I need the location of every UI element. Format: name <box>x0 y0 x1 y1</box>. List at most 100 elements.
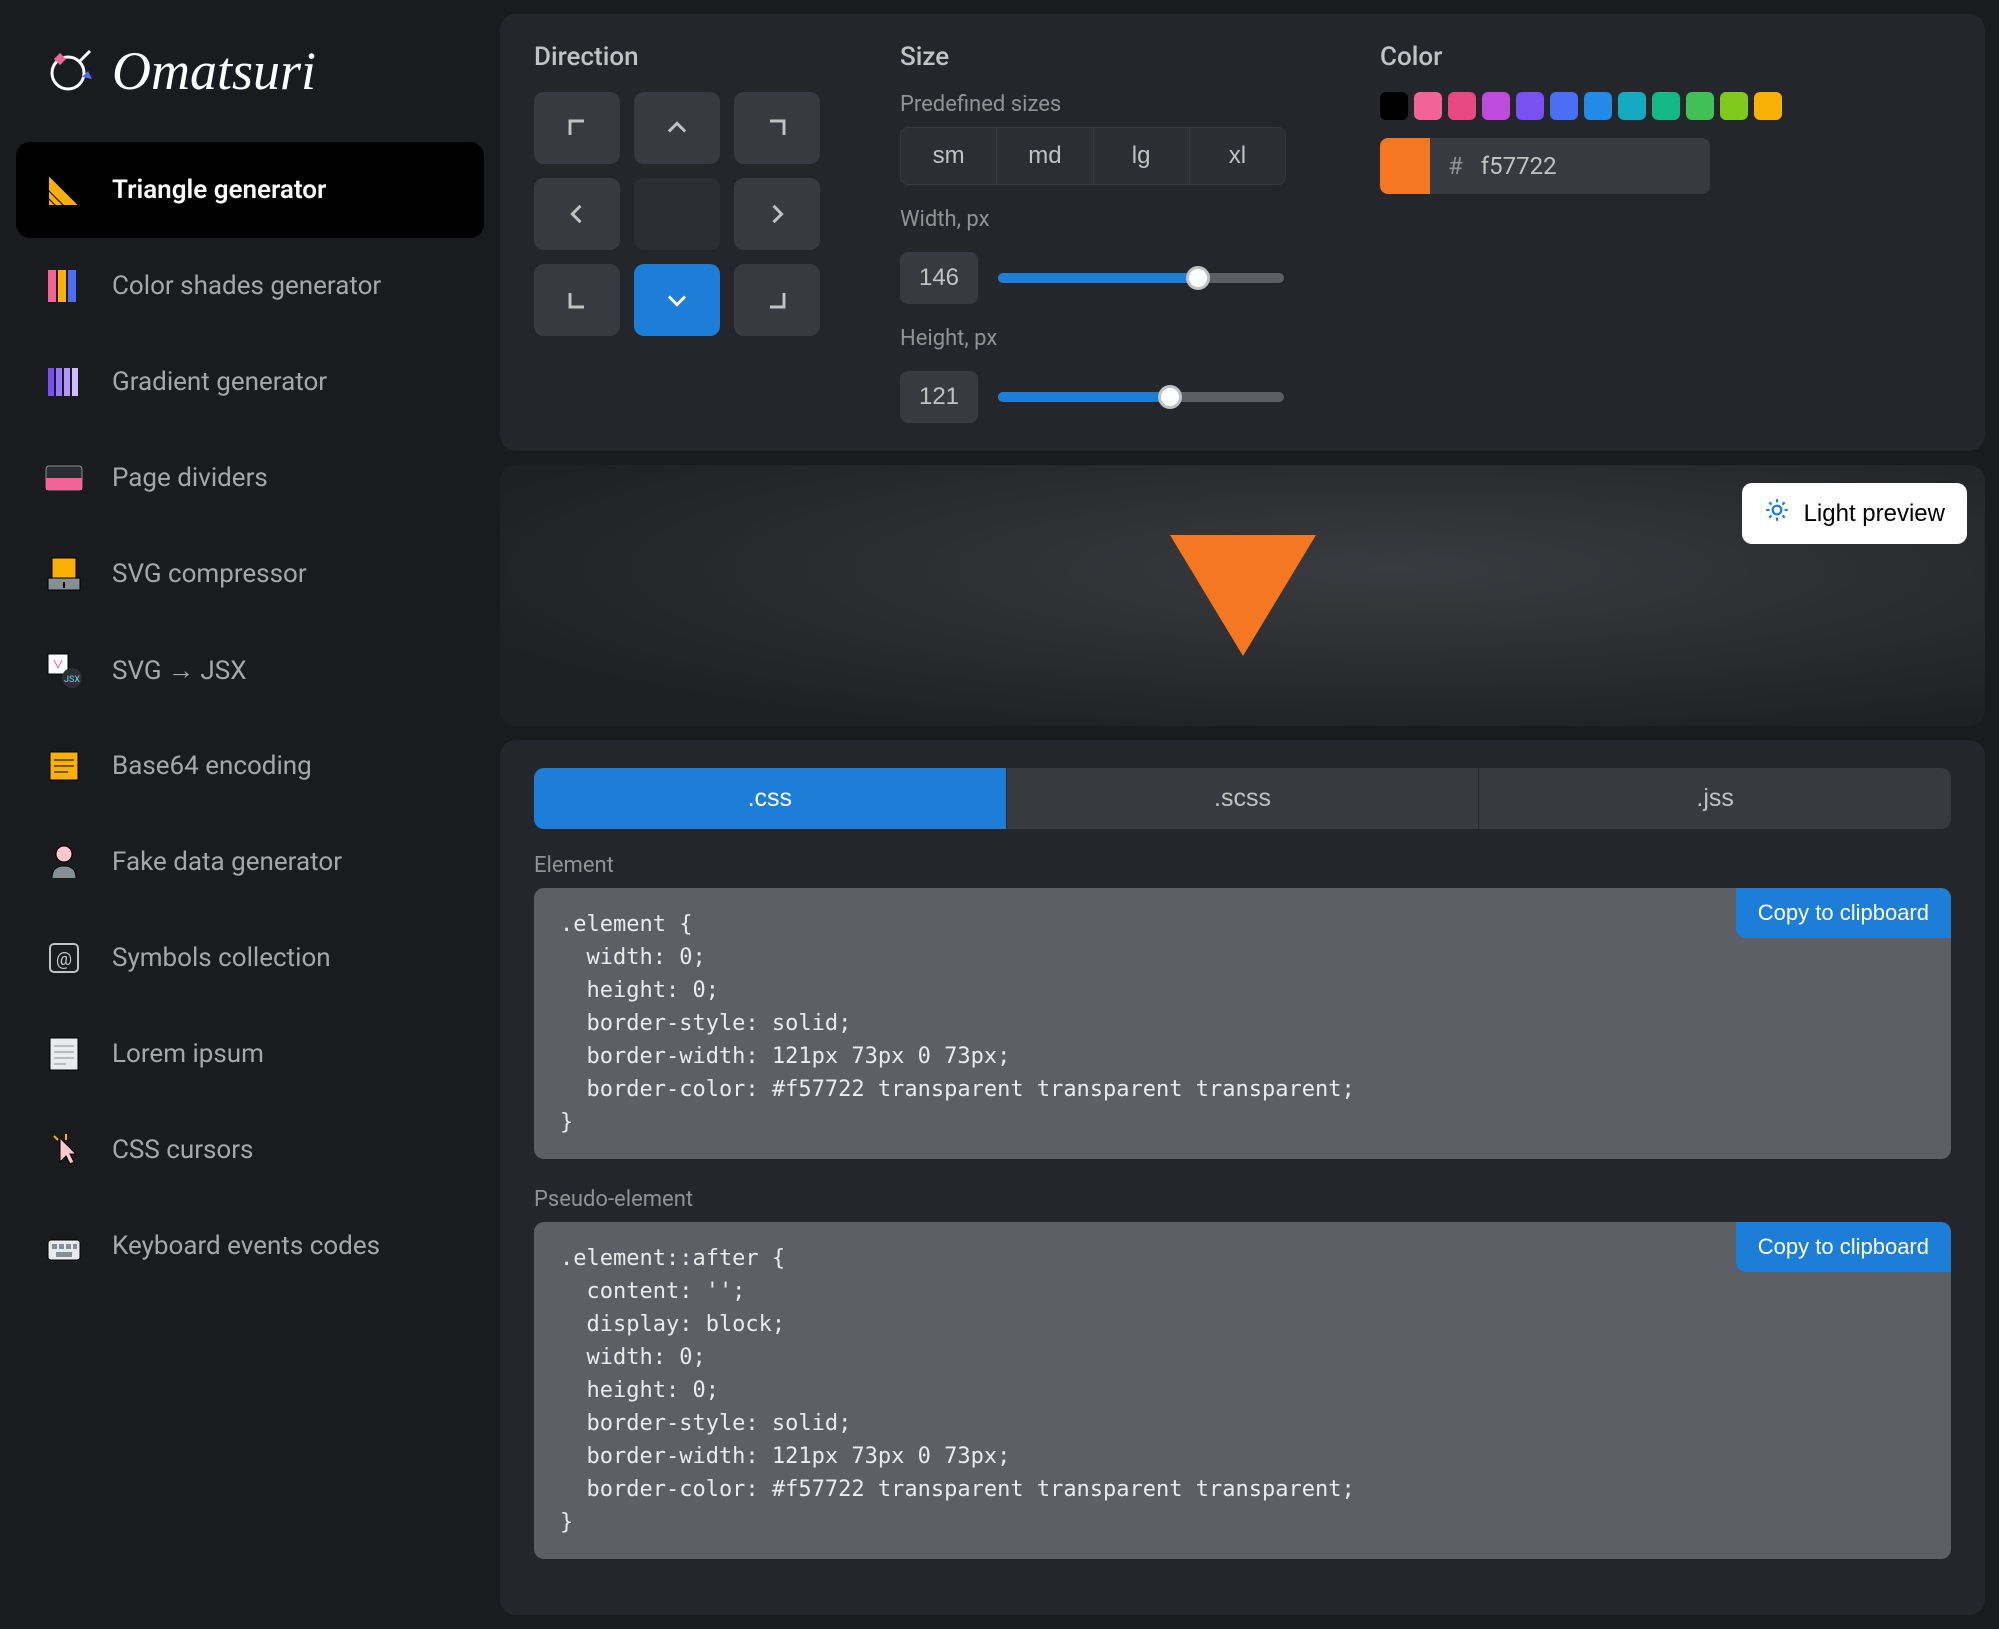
sidebar-item-gradient[interactable]: Gradient generator <box>16 334 484 430</box>
hash-symbol: # <box>1448 152 1463 180</box>
color-swatch[interactable] <box>1754 92 1782 120</box>
sidebar-item-label: Fake data generator <box>112 847 342 877</box>
width-slider-thumb[interactable] <box>1186 266 1210 290</box>
direction-bottom-right[interactable] <box>734 264 820 336</box>
sun-icon <box>1764 497 1790 530</box>
width-slider-fill <box>998 273 1198 283</box>
color-swatch[interactable] <box>1652 92 1680 120</box>
sidebar-item-svg-jsx[interactable]: JSX SVG → JSX <box>16 622 484 718</box>
base64-icon <box>42 744 86 788</box>
direction-top[interactable] <box>634 92 720 164</box>
sidebar-item-label: Color shades generator <box>112 271 381 301</box>
direction-top-right[interactable] <box>734 92 820 164</box>
svg-text:@: @ <box>56 949 72 970</box>
light-preview-button[interactable]: Light preview <box>1742 483 1967 544</box>
app-name: Omatsuri <box>112 40 316 102</box>
sidebar-item-color-shades[interactable]: Color shades generator <box>16 238 484 334</box>
preset-sm[interactable]: sm <box>901 128 997 184</box>
predefined-label: Predefined sizes <box>900 92 1300 117</box>
copy-pseudo-button[interactable]: Copy to clipboard <box>1736 1222 1951 1272</box>
color-swatch[interactable] <box>1720 92 1748 120</box>
width-slider[interactable] <box>998 273 1284 283</box>
preset-md[interactable]: md <box>997 128 1093 184</box>
lorem-icon <box>42 1032 86 1076</box>
sidebar-item-page-dividers[interactable]: Page dividers <box>16 430 484 526</box>
sidebar-item-label: CSS cursors <box>112 1135 253 1165</box>
pseudo-code: .element::after { content: ''; display: … <box>560 1242 1925 1539</box>
element-label: Element <box>534 853 1951 878</box>
divider-icon <box>42 456 86 500</box>
fake-data-icon <box>42 840 86 884</box>
height-slider-fill <box>998 392 1170 402</box>
tab-css[interactable]: .css <box>534 768 1007 829</box>
color-swatch[interactable] <box>1482 92 1510 120</box>
element-code-block: Copy to clipboard .element { width: 0; h… <box>534 888 1951 1159</box>
color-swatch[interactable] <box>1686 92 1714 120</box>
symbols-icon: @ <box>42 936 86 980</box>
height-input[interactable] <box>900 371 978 423</box>
sidebar-item-fake-data[interactable]: Fake data generator <box>16 814 484 910</box>
element-code: .element { width: 0; height: 0; border-s… <box>560 908 1925 1139</box>
compress-icon <box>42 552 86 596</box>
size-section: Size Predefined sizes sm md lg xl Width,… <box>900 42 1300 423</box>
sidebar-item-svg-compressor[interactable]: SVG compressor <box>16 526 484 622</box>
tab-scss[interactable]: .scss <box>1007 768 1480 829</box>
preset-xl[interactable]: xl <box>1190 128 1285 184</box>
direction-bottom-left[interactable] <box>534 264 620 336</box>
width-input[interactable] <box>900 252 978 304</box>
sidebar-item-label: Gradient generator <box>112 367 327 397</box>
sidebar-item-base64[interactable]: Base64 encoding <box>16 718 484 814</box>
color-swatches <box>1380 92 1782 120</box>
direction-left[interactable] <box>534 178 620 250</box>
color-swatch[interactable] <box>1584 92 1612 120</box>
color-swatch[interactable] <box>1448 92 1476 120</box>
color-swatch[interactable] <box>1380 92 1408 120</box>
logo-icon <box>46 47 94 95</box>
sidebar-item-lorem[interactable]: Lorem ipsum <box>16 1006 484 1102</box>
color-value: f57722 <box>1481 152 1557 180</box>
triangle-icon <box>42 168 86 212</box>
color-section: Color # f57722 <box>1380 42 1782 423</box>
color-input[interactable]: # f57722 <box>1430 138 1710 194</box>
keyboard-icon <box>42 1224 86 1268</box>
pseudo-code-block: Copy to clipboard .element::after { cont… <box>534 1222 1951 1559</box>
sidebar-item-symbols[interactable]: @ Symbols collection <box>16 910 484 1006</box>
sidebar-item-label: Symbols collection <box>112 943 331 973</box>
sidebar-item-label: Triangle generator <box>112 175 326 205</box>
copy-element-button[interactable]: Copy to clipboard <box>1736 888 1951 938</box>
direction-section: Direction <box>534 42 820 423</box>
preview-panel: Light preview <box>500 465 1985 726</box>
height-slider[interactable] <box>998 392 1284 402</box>
light-preview-label: Light preview <box>1804 500 1945 528</box>
direction-right[interactable] <box>734 178 820 250</box>
tab-jss[interactable]: .jss <box>1479 768 1951 829</box>
main: Direction Size Predefined sizes <box>500 0 1999 1629</box>
size-presets: sm md lg xl <box>900 127 1286 185</box>
logo: Omatsuri <box>16 20 484 142</box>
color-input-row: # f57722 <box>1380 138 1782 194</box>
code-tabs: .css .scss .jss <box>534 768 1951 829</box>
sidebar-item-cursors[interactable]: CSS cursors <box>16 1102 484 1198</box>
sidebar-item-triangle-generator[interactable]: Triangle generator <box>16 142 484 238</box>
gradient-icon <box>42 360 86 404</box>
size-title: Size <box>900 42 1300 72</box>
color-swatch[interactable] <box>1516 92 1544 120</box>
triangle-preview <box>1170 535 1316 656</box>
sidebar-item-label: Lorem ipsum <box>112 1039 264 1069</box>
height-slider-thumb[interactable] <box>1158 385 1182 409</box>
direction-bottom[interactable] <box>634 264 720 336</box>
color-swatch[interactable] <box>1550 92 1578 120</box>
height-label: Height, px <box>900 326 1300 351</box>
code-panel: .css .scss .jss Element Copy to clipboar… <box>500 740 1985 1615</box>
color-chip[interactable] <box>1380 138 1430 194</box>
sidebar-item-label: SVG compressor <box>112 559 307 589</box>
sidebar-item-keyboard[interactable]: Keyboard events codes <box>16 1198 484 1294</box>
direction-title: Direction <box>534 42 820 72</box>
color-swatch[interactable] <box>1414 92 1442 120</box>
direction-top-left[interactable] <box>534 92 620 164</box>
cursor-icon <box>42 1128 86 1172</box>
width-label: Width, px <box>900 207 1300 232</box>
color-swatch[interactable] <box>1618 92 1646 120</box>
preset-lg[interactable]: lg <box>1094 128 1190 184</box>
sidebar-item-label: Keyboard events codes <box>112 1231 380 1261</box>
